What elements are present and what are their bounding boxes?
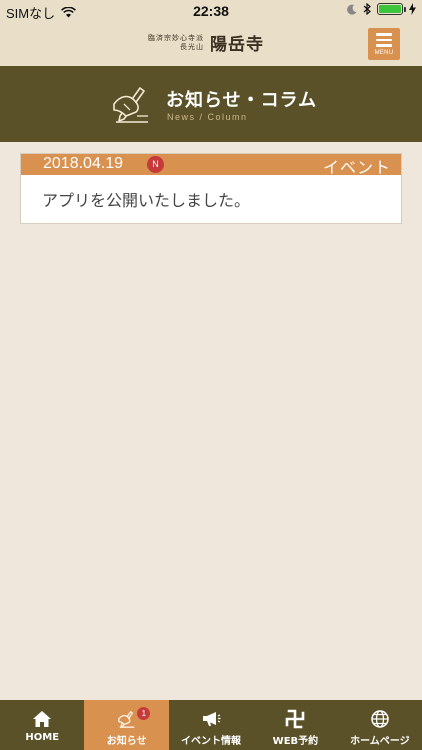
news-category: イベント: [322, 158, 391, 177]
tab-home-label: HOME: [25, 732, 60, 743]
logo-line1: 臨済宗妙心寺派: [148, 33, 204, 42]
moon-icon: [347, 4, 357, 15]
news-date: 2018.04.19: [43, 155, 124, 172]
tab-news-label: お知らせ: [106, 736, 147, 747]
news-item-header: 2018.04.19 N イベント: [21, 154, 401, 177]
charging-icon: [409, 3, 416, 15]
writing-hand-icon: [117, 709, 137, 729]
tab-news[interactable]: 1 お知らせ: [84, 700, 169, 750]
status-right: [347, 3, 416, 15]
logo-subtext: 臨済宗妙心寺派 長光山: [148, 34, 204, 52]
menu-button[interactable]: MENU: [368, 28, 400, 60]
hamburger-icon: [376, 33, 392, 47]
tab-homepage-label: ホームページ: [350, 736, 410, 747]
bottom-tab-bar: HOME 1 お知らせ イベント情報 WEB予約 ホームページ: [0, 700, 422, 750]
news-count-badge: 1: [137, 707, 151, 720]
banner-title: お知らせ・コラム: [166, 90, 318, 111]
menu-label: MENU: [374, 49, 394, 56]
banner-subtitle: News / Column: [167, 112, 248, 122]
new-badge: N: [147, 156, 164, 173]
app-header: 臨済宗妙心寺派 長光山 陽岳寺 MENU: [0, 22, 422, 66]
temple-logo[interactable]: 臨済宗妙心寺派 長光山 陽岳寺: [148, 30, 264, 56]
manji-icon: [285, 709, 305, 729]
section-banner: お知らせ・コラム News / Column: [0, 66, 422, 142]
battery-icon: [377, 3, 406, 15]
tab-events-label: イベント情報: [181, 736, 242, 747]
tab-web-reservation-label: WEB予約: [272, 736, 319, 747]
tab-home[interactable]: HOME: [0, 700, 84, 750]
megaphone-icon: [201, 709, 221, 729]
globe-icon: [370, 709, 390, 729]
news-item[interactable]: 2018.04.19 N イベント アプリを公開いたしました。: [20, 153, 402, 224]
tab-web-reservation[interactable]: WEB予約: [253, 700, 337, 750]
bluetooth-icon: [363, 3, 371, 15]
logo-line2: 長光山: [180, 42, 204, 51]
home-icon: [32, 709, 52, 729]
status-bar: SIMなし 22:38: [0, 0, 422, 22]
tab-homepage[interactable]: ホームページ: [338, 700, 422, 750]
logo-main-text: 陽岳寺: [210, 35, 264, 55]
tab-events[interactable]: イベント情報: [169, 700, 253, 750]
writing-hand-icon: [113, 87, 148, 123]
news-title: アプリを公開いたしました。: [42, 191, 251, 210]
